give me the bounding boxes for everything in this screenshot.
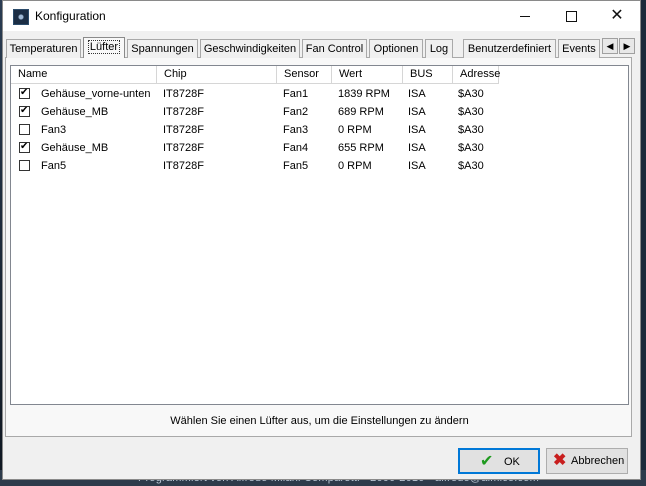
fan-checkbox[interactable] [19,160,30,171]
fan-name: Gehäuse_MB [41,106,109,118]
fan-list[interactable]: Name Chip Sensor Wert BUS Adresse Gehäus… [10,65,629,405]
table-row[interactable]: Gehäuse_vorne-unten IT8728F Fan1 1839 RP… [11,85,628,103]
fan-chip: IT8728F [163,88,204,100]
table-row[interactable]: Gehäuse_MB IT8728F Fan2 689 RPM ISA $A30 [11,103,628,121]
instruction-text: Wählen Sie einen Lüfter aus, um die Eins… [170,415,469,427]
checkmark-icon: ✔ [480,453,494,470]
table-row[interactable]: Fan5 IT8728F Fan5 0 RPM ISA $A30 [11,157,628,175]
fan-bus: ISA [408,142,426,154]
close-button[interactable]: ✕ [594,1,640,31]
cancel-button[interactable]: ✖ Abbrechen [546,448,628,474]
fan-checkbox[interactable] [19,104,30,118]
fan-adresse: $A30 [458,124,484,136]
fan-wert: 655 RPM [338,142,384,154]
tab-optionen[interactable]: Optionen [369,39,423,58]
tab-log[interactable]: Log [425,39,453,58]
fan-checkbox[interactable] [19,124,30,135]
tab-strip: Temperaturen Lüfter Spannungen Geschwind… [6,37,636,58]
fan-bus: ISA [408,124,426,136]
tab-geschwindigkeiten[interactable]: Geschwindigkeiten [200,39,300,58]
tab-benutzerdefiniert[interactable]: Benutzerdefiniert [463,39,556,58]
app-icon [13,9,29,25]
fan-adresse: $A30 [458,88,484,100]
window-title: Konfiguration [35,9,106,23]
fan-name: Gehäuse_vorne-unten [41,88,151,100]
minimize-icon [520,16,530,17]
fan-checkbox[interactable] [19,86,30,100]
arrow-left-icon: ◀ [606,41,614,51]
fan-sensor: Fan4 [283,142,309,154]
maximize-button[interactable] [548,1,594,31]
fan-checkbox[interactable] [19,140,30,154]
fan-adresse: $A30 [458,160,484,172]
table-row[interactable]: Fan3 IT8728F Fan3 0 RPM ISA $A30 [11,121,628,139]
fan-bus: ISA [408,106,426,118]
fan-chip: IT8728F [163,106,204,118]
fan-name: Gehäuse_MB [41,142,109,154]
cancel-button-label: Abbrechen [571,455,625,467]
column-header-name[interactable]: Name [11,66,157,84]
cancel-x-icon: ✖ [553,452,567,469]
column-header-wert[interactable]: Wert [332,66,403,84]
ok-button-label: OK [504,456,520,468]
tab-scroll-right-button[interactable]: ▶ [619,38,635,54]
fan-chip: IT8728F [163,142,204,154]
fan-bus: ISA [408,88,426,100]
tab-fan-control[interactable]: Fan Control [302,39,367,58]
fan-wert: 0 RPM [338,160,372,172]
fan-name: Fan3 [41,124,67,136]
table-row[interactable]: Gehäuse_MB IT8728F Fan4 655 RPM ISA $A30 [11,139,628,157]
tab-scroll-left-button[interactable]: ◀ [602,38,618,54]
tab-spannungen[interactable]: Spannungen [127,39,198,58]
fan-bus: ISA [408,160,426,172]
fan-name: Fan5 [41,160,67,172]
tab-temperaturen[interactable]: Temperaturen [6,39,81,58]
tab-luefter[interactable]: Lüfter [83,37,125,58]
fan-sensor: Fan5 [283,160,309,172]
fan-wert: 1839 RPM [338,88,390,100]
ok-button[interactable]: ✔ OK [458,448,540,474]
fan-adresse: $A30 [458,142,484,154]
column-header-chip[interactable]: Chip [157,66,277,84]
arrow-right-icon: ▶ [623,41,631,51]
fan-sensor: Fan2 [283,106,309,118]
list-header: Name Chip Sensor Wert BUS Adresse [11,66,628,84]
fan-sensor: Fan3 [283,124,309,136]
title-bar: Konfiguration ✕ [3,1,640,31]
fan-wert: 689 RPM [338,106,384,118]
maximize-icon [566,11,577,22]
minimize-button[interactable] [502,1,548,31]
tab-events[interactable]: Events [558,39,600,58]
fan-adresse: $A30 [458,106,484,118]
column-header-bus[interactable]: BUS [403,66,453,84]
fan-sensor: Fan1 [283,88,309,100]
fan-wert: 0 RPM [338,124,372,136]
column-header-sensor[interactable]: Sensor [277,66,332,84]
fan-chip: IT8728F [163,160,204,172]
fan-chip: IT8728F [163,124,204,136]
close-icon: ✕ [610,7,624,24]
column-header-adresse[interactable]: Adresse [453,66,500,84]
